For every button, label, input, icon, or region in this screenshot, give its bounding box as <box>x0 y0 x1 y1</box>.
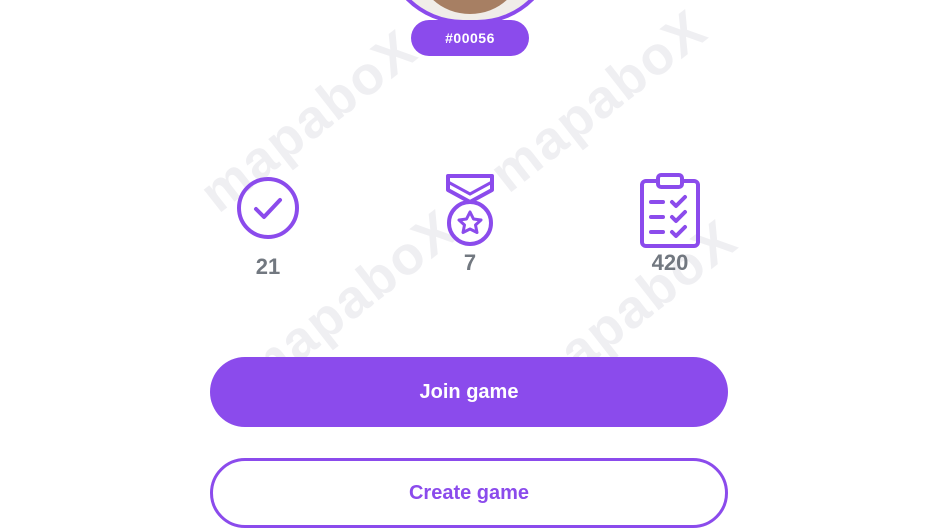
stat-tasks: 420 <box>600 173 740 276</box>
medal-icon <box>446 174 494 246</box>
stat-value: 21 <box>255 254 281 279</box>
create-game-button[interactable]: Create game <box>210 458 728 528</box>
stat-value: 7 <box>463 250 477 275</box>
avatar-photo <box>417 0 523 14</box>
stat-completed: 21 <box>198 176 338 280</box>
stat-value: 420 <box>651 250 689 275</box>
clipboard-checklist-icon <box>640 173 700 248</box>
join-game-button[interactable]: Join game <box>210 357 728 427</box>
user-id-badge: #00056 <box>411 20 529 56</box>
check-circle-icon <box>237 177 299 239</box>
stat-medals: 7 <box>400 174 540 276</box>
